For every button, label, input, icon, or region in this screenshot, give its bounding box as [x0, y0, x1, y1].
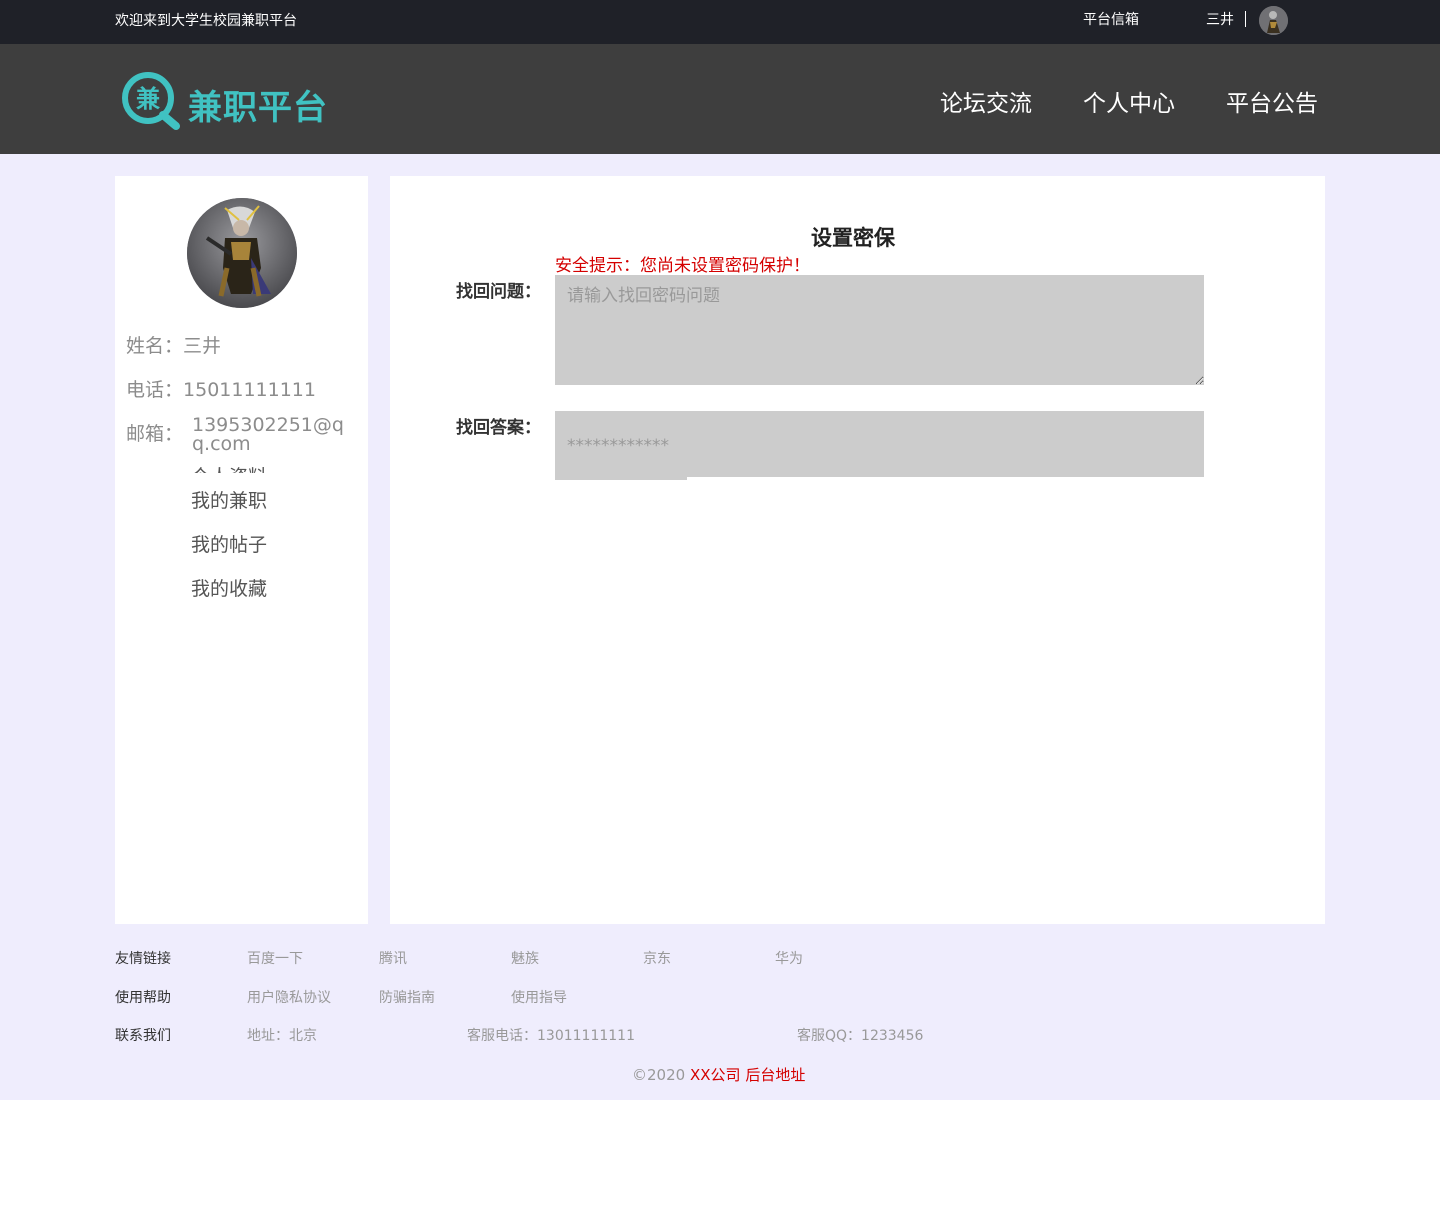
menu-item-my-jobs[interactable]: 我的兼职: [191, 486, 267, 513]
search-logo-icon: 兼: [122, 72, 180, 130]
content-area: 姓名：三井 电话：15011111111 邮箱： 1395302251@qq.c…: [0, 154, 1440, 1100]
company-link[interactable]: XX公司: [690, 1066, 741, 1084]
name-row: 姓名：三井: [126, 331, 221, 358]
welcome-text: 欢迎来到大学生校园兼职平台: [115, 13, 297, 29]
footer-link-huawei[interactable]: 华为: [775, 948, 803, 968]
warrior-avatar-icon: [187, 198, 297, 308]
name-label: 姓名：: [126, 335, 184, 357]
nav-forum[interactable]: 论坛交流: [940, 84, 1032, 118]
nav-personal-center[interactable]: 个人中心: [1083, 84, 1175, 118]
username-link[interactable]: 三井: [1206, 9, 1234, 29]
platform-mailbox-link[interactable]: 平台信箱: [1083, 9, 1139, 29]
menu-item-profile[interactable]: 个人资料: [191, 462, 267, 473]
site-header: 兼 兼职平台 论坛交流 个人中心 平台公告: [0, 44, 1440, 154]
phone-row: 电话：15011111111: [126, 375, 316, 402]
phone-label: 电话：: [126, 379, 184, 401]
page-title: 设置密保: [811, 226, 895, 250]
footer-link-meizu[interactable]: 魅族: [511, 948, 539, 968]
footer-contact-label: 联系我们: [115, 1028, 171, 1044]
answer-input[interactable]: [555, 411, 1204, 477]
email-label: 邮箱：: [126, 423, 184, 445]
user-avatar-small[interactable]: [1259, 6, 1288, 35]
footer-address: 地址：北京: [247, 1028, 317, 1044]
footer-links-label: 友情链接: [115, 951, 171, 967]
answer-input-underline: [555, 477, 687, 480]
divider: [1245, 11, 1246, 27]
profile-sidebar: 姓名：三井 电话：15011111111 邮箱： 1395302251@qq.c…: [115, 176, 368, 924]
phone-value: 15011111111: [183, 379, 316, 401]
avatar: [187, 198, 297, 308]
logo-badge-text: 兼: [136, 85, 160, 113]
answer-label: 找回答案：: [456, 418, 541, 438]
menu-item-my-posts[interactable]: 我的帖子: [191, 530, 267, 557]
admin-link[interactable]: 后台地址: [745, 1066, 805, 1084]
nav-announcements[interactable]: 平台公告: [1226, 84, 1318, 118]
security-warning: 安全提示：您尚未设置密码保护！: [555, 256, 810, 276]
footer-service-phone: 客服电话：13011111111: [467, 1028, 635, 1044]
footer-link-anti-fraud[interactable]: 防骗指南: [379, 987, 435, 1007]
footer-link-tencent[interactable]: 腾讯: [379, 948, 407, 968]
footer-service-qq: 客服QQ：1233456: [797, 1028, 924, 1044]
email-value: 1395302251@qq.com: [192, 414, 344, 455]
menu-item-my-favorites[interactable]: 我的收藏: [191, 574, 267, 601]
footer-help-label: 使用帮助: [115, 990, 171, 1006]
copyright: ©2020 XX公司 后台地址: [632, 1064, 805, 1085]
question-input[interactable]: [555, 275, 1204, 385]
security-panel: 设置密保 安全提示：您尚未设置密码保护！ 找回问题： 找回答案：: [390, 176, 1325, 924]
question-label: 找回问题：: [456, 282, 541, 302]
name-value: 三井: [183, 335, 222, 357]
copyright-year: ©2020: [632, 1066, 686, 1084]
email-row: 邮箱：: [126, 419, 183, 446]
site-logo[interactable]: 兼 兼职平台: [120, 70, 360, 130]
footer-link-baidu[interactable]: 百度一下: [247, 948, 303, 968]
footer-link-guide[interactable]: 使用指导: [511, 987, 567, 1007]
avatar-figure-icon: [1259, 6, 1288, 35]
logo-text: 兼职平台: [188, 88, 328, 128]
top-bar: 欢迎来到大学生校园兼职平台 平台信箱 三井: [0, 0, 1440, 44]
footer-link-jd[interactable]: 京东: [643, 948, 671, 968]
footer-link-privacy[interactable]: 用户隐私协议: [247, 987, 331, 1007]
